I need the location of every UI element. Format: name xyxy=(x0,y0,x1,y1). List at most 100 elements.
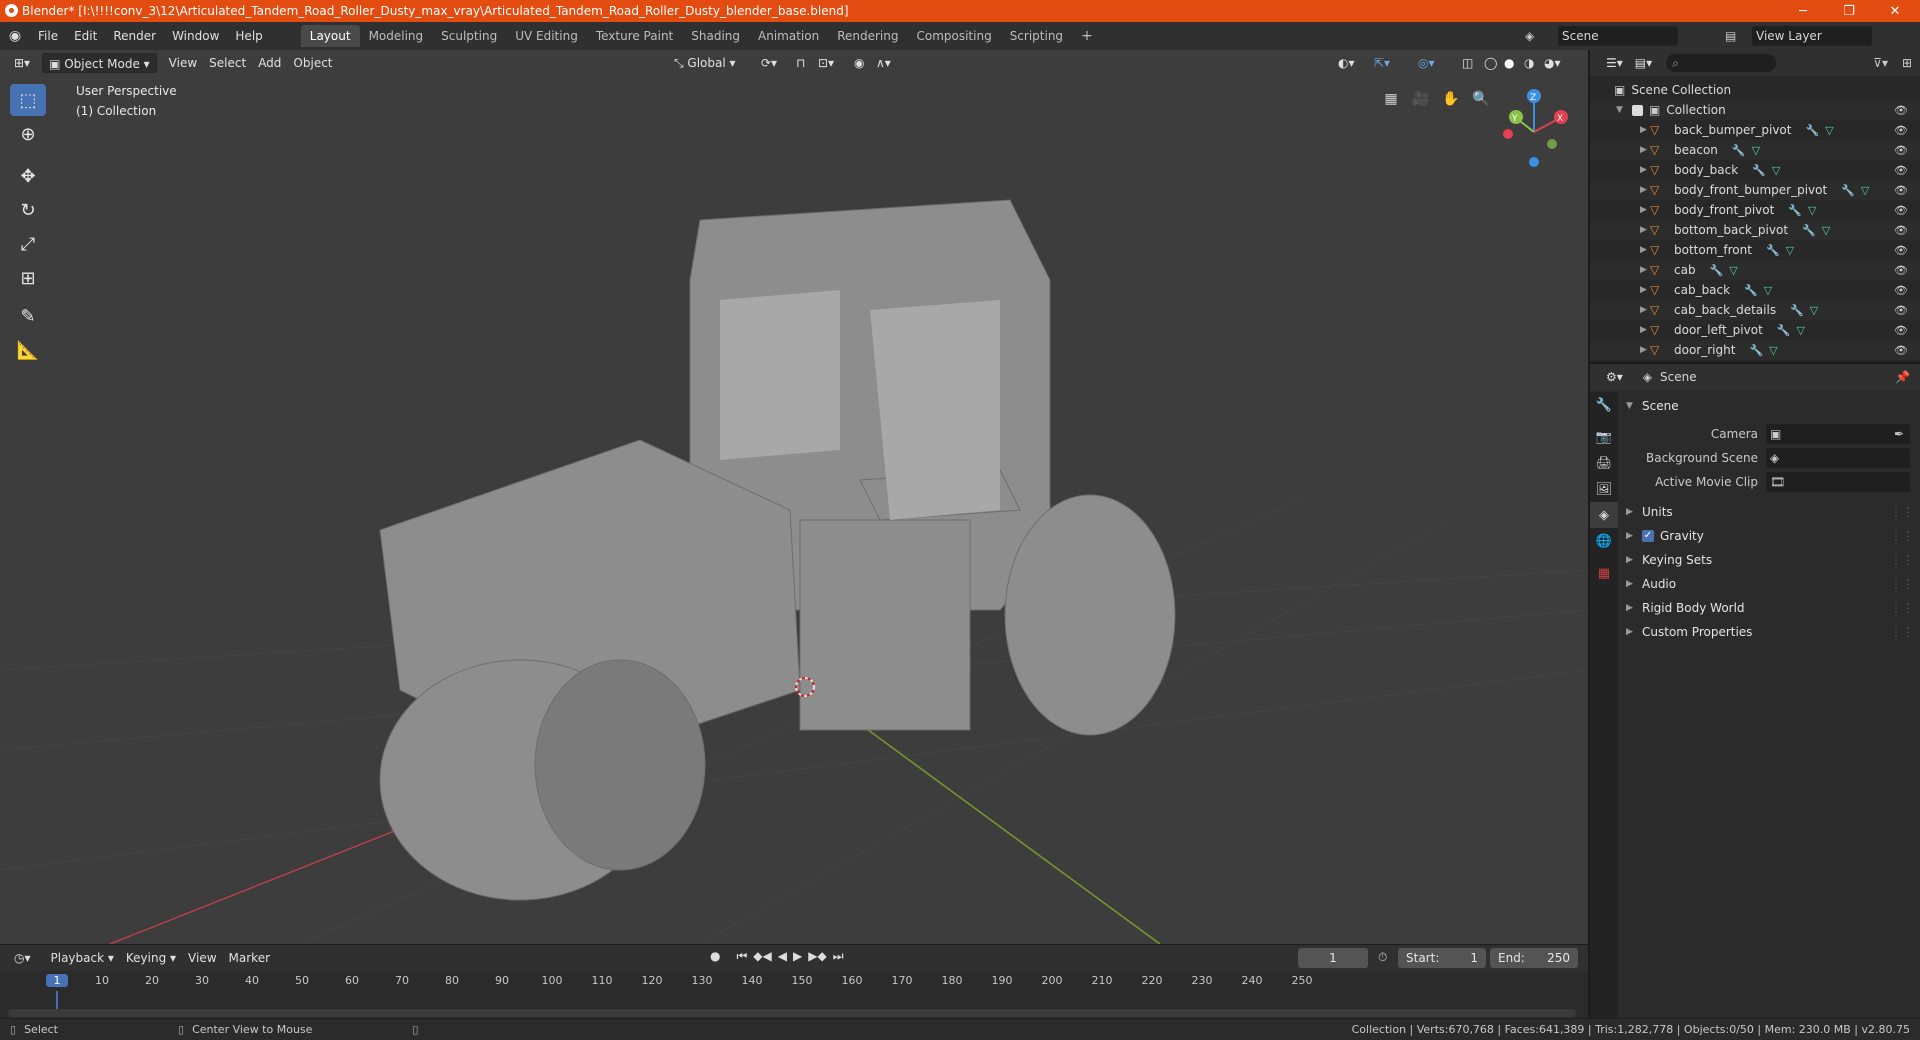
mesh-data-icon[interactable]: ▽ xyxy=(1729,264,1737,277)
tab-layout[interactable]: Layout xyxy=(300,25,360,47)
close-icon[interactable]: ✕ xyxy=(1872,0,1918,22)
modifier-wrench-icon[interactable]: 🔧 xyxy=(1805,124,1819,137)
modifier-wrench-icon[interactable]: 🔧 xyxy=(1749,344,1763,357)
modifier-wrench-icon[interactable]: 🔧 xyxy=(1710,264,1724,277)
move-tool-icon[interactable]: ✥ xyxy=(10,160,46,192)
tab-modeling[interactable]: Modeling xyxy=(360,25,433,47)
collection-checkbox[interactable] xyxy=(1632,104,1643,116)
end-frame-field[interactable]: End: 250 xyxy=(1490,948,1578,968)
outliner-item[interactable]: ▶ ▽ bottom_front 🔧 ▽ 👁 xyxy=(1590,240,1920,260)
output-tab-icon[interactable]: 🖨 xyxy=(1590,450,1618,476)
subsection-header[interactable]: ▶ ✓ Gravity ⋮⋮ xyxy=(1626,524,1920,548)
play-icon[interactable]: ▶ xyxy=(793,949,802,964)
filter-icon[interactable]: ⊽▾ xyxy=(1873,56,1888,70)
play-reverse-icon[interactable]: ◀ xyxy=(778,949,787,964)
camera-field[interactable]: ▣ ✒ xyxy=(1766,424,1910,444)
subsection-header[interactable]: ▶ Keying Sets ⋮⋮ xyxy=(1626,548,1920,572)
annotate-tool-icon[interactable]: ✎ xyxy=(10,300,46,332)
snap-target-icon[interactable]: ⊡▾ xyxy=(812,53,840,73)
rotate-tool-icon[interactable]: ↻ xyxy=(10,194,46,226)
modifier-wrench-icon[interactable]: 🔧 xyxy=(1752,164,1766,177)
menu-window[interactable]: Window xyxy=(164,25,227,47)
pin-icon[interactable]: 📌 xyxy=(1895,370,1910,384)
subsection-header[interactable]: ▶ Rigid Body World ⋮⋮ xyxy=(1626,596,1920,620)
tool-tab-icon[interactable]: 🔧 xyxy=(1590,392,1618,418)
modifier-wrench-icon[interactable]: 🔧 xyxy=(1841,184,1855,197)
eye-icon[interactable]: 👁 xyxy=(1894,324,1908,337)
navigation-gizmo[interactable]: Z X Y xyxy=(1494,84,1574,174)
mesh-data-icon[interactable]: ▽ xyxy=(1861,184,1869,197)
pivot-point-icon[interactable]: ⟳▾ xyxy=(755,53,783,73)
mesh-data-icon[interactable]: ▽ xyxy=(1752,144,1760,157)
menu-edit[interactable]: Edit xyxy=(66,25,105,47)
outliner-item[interactable]: ▶ ▽ body_back 🔧 ▽ 👁 xyxy=(1590,160,1920,180)
modifier-wrench-icon[interactable]: 🔧 xyxy=(1788,204,1802,217)
scene-collection-row[interactable]: ▣ Scene Collection xyxy=(1590,80,1920,100)
tab-scripting[interactable]: Scripting xyxy=(1001,25,1072,47)
mesh-data-icon[interactable]: ▽ xyxy=(1764,284,1772,297)
properties-editor-type-icon[interactable]: ⚙▾ xyxy=(1600,367,1629,387)
add-workspace-icon[interactable]: + xyxy=(1072,25,1102,47)
tab-rendering[interactable]: Rendering xyxy=(828,25,907,47)
expand-icon[interactable]: ▶ xyxy=(1640,225,1650,235)
minimize-icon[interactable]: ─ xyxy=(1780,0,1826,22)
drag-handle-icon[interactable]: ⋮⋮ xyxy=(1890,553,1914,567)
snap-icon[interactable]: ⊓ xyxy=(790,53,811,73)
eye-icon[interactable]: 👁 xyxy=(1894,264,1908,277)
3d-viewport[interactable]: ⊞▾ ▣ Object Mode ▾ View Select Add Objec… xyxy=(0,50,1588,944)
timeline-menu-view[interactable]: View xyxy=(182,948,222,968)
expand-icon[interactable]: ▶ xyxy=(1640,125,1650,135)
view-layer-icon[interactable]: ▤ xyxy=(1725,29,1736,43)
measure-tool-icon[interactable]: 📐 xyxy=(10,334,46,366)
scene-section-header[interactable]: ▼ Scene xyxy=(1626,394,1920,418)
view-layer-selector[interactable]: View Layer xyxy=(1752,26,1872,46)
outliner-item[interactable]: ▶ ▽ cab 🔧 ▽ 👁 xyxy=(1590,260,1920,280)
active-movie-clip-field[interactable]: 🎞 xyxy=(1766,472,1910,492)
modifier-wrench-icon[interactable]: 🔧 xyxy=(1790,304,1804,317)
drag-handle-icon[interactable]: ⋮⋮ xyxy=(1890,601,1914,615)
expand-icon[interactable]: ▶ xyxy=(1640,325,1650,335)
shading-rendered-icon[interactable]: ◕▾ xyxy=(1538,53,1567,73)
display-mode-icon[interactable]: ▤▾ xyxy=(1629,53,1658,73)
mesh-data-icon[interactable]: ▽ xyxy=(1786,244,1794,257)
outliner-search-input[interactable]: ⌕ xyxy=(1666,54,1777,72)
record-icon[interactable]: ● xyxy=(710,949,720,964)
pan-hand-icon[interactable]: ✋ xyxy=(1438,86,1464,112)
expand-icon[interactable]: ▶ xyxy=(1640,305,1650,315)
tab-animation[interactable]: Animation xyxy=(749,25,828,47)
menu-help[interactable]: Help xyxy=(227,25,270,47)
eye-icon[interactable]: 👁 xyxy=(1894,104,1908,117)
world-tab-icon[interactable]: 🌐 xyxy=(1590,528,1618,554)
expand-icon[interactable]: ▶ xyxy=(1640,345,1650,355)
tab-texture-paint[interactable]: Texture Paint xyxy=(587,25,682,47)
subsection-header[interactable]: ▶ Units ⋮⋮ xyxy=(1626,500,1920,524)
drag-handle-icon[interactable]: ⋮⋮ xyxy=(1890,529,1914,543)
current-frame-field[interactable]: 1 xyxy=(1298,948,1368,968)
modifier-wrench-icon[interactable]: 🔧 xyxy=(1732,144,1746,157)
modifier-wrench-icon[interactable]: 🔧 xyxy=(1777,324,1791,337)
preview-range-icon[interactable]: ⏱ xyxy=(1378,950,1387,965)
select-box-tool-icon[interactable]: ⬚ xyxy=(10,84,46,116)
scene-selector[interactable]: Scene xyxy=(1558,26,1678,46)
jump-start-icon[interactable]: ⏮ xyxy=(736,949,747,964)
falloff-icon[interactable]: ∧▾ xyxy=(870,53,897,73)
outliner-editor-type-icon[interactable]: ☰▾ xyxy=(1600,53,1629,73)
mesh-data-icon[interactable]: ▽ xyxy=(1822,224,1830,237)
viewport-menu-select[interactable]: Select xyxy=(203,53,252,73)
jump-end-icon[interactable]: ⏭ xyxy=(833,949,844,964)
modifier-wrench-icon[interactable]: 🔧 xyxy=(1766,244,1780,257)
scale-tool-icon[interactable]: ⤢ xyxy=(10,228,46,260)
tab-sculpting[interactable]: Sculpting xyxy=(432,25,506,47)
mesh-data-icon[interactable]: ▽ xyxy=(1810,304,1818,317)
eye-icon[interactable]: 👁 xyxy=(1894,124,1908,137)
texture-tab-icon[interactable]: ▦ xyxy=(1590,560,1618,586)
transform-orientation-dropdown[interactable]: ⤡ Global ▾ xyxy=(668,53,742,73)
menu-render[interactable]: Render xyxy=(105,25,164,47)
eye-icon[interactable]: 👁 xyxy=(1894,284,1908,297)
scene-tab-icon[interactable]: ◈ xyxy=(1590,502,1618,528)
timeline-menu-playback[interactable]: Playback ▾ xyxy=(45,948,120,968)
proportional-edit-icon[interactable]: ◉ xyxy=(848,53,870,73)
overlay-toggle-icon[interactable]: ◎▾ xyxy=(1412,53,1441,73)
blender-menu-icon[interactable]: ◉ xyxy=(0,28,30,44)
view-layer-tab-icon[interactable]: 🖼 xyxy=(1590,476,1618,502)
